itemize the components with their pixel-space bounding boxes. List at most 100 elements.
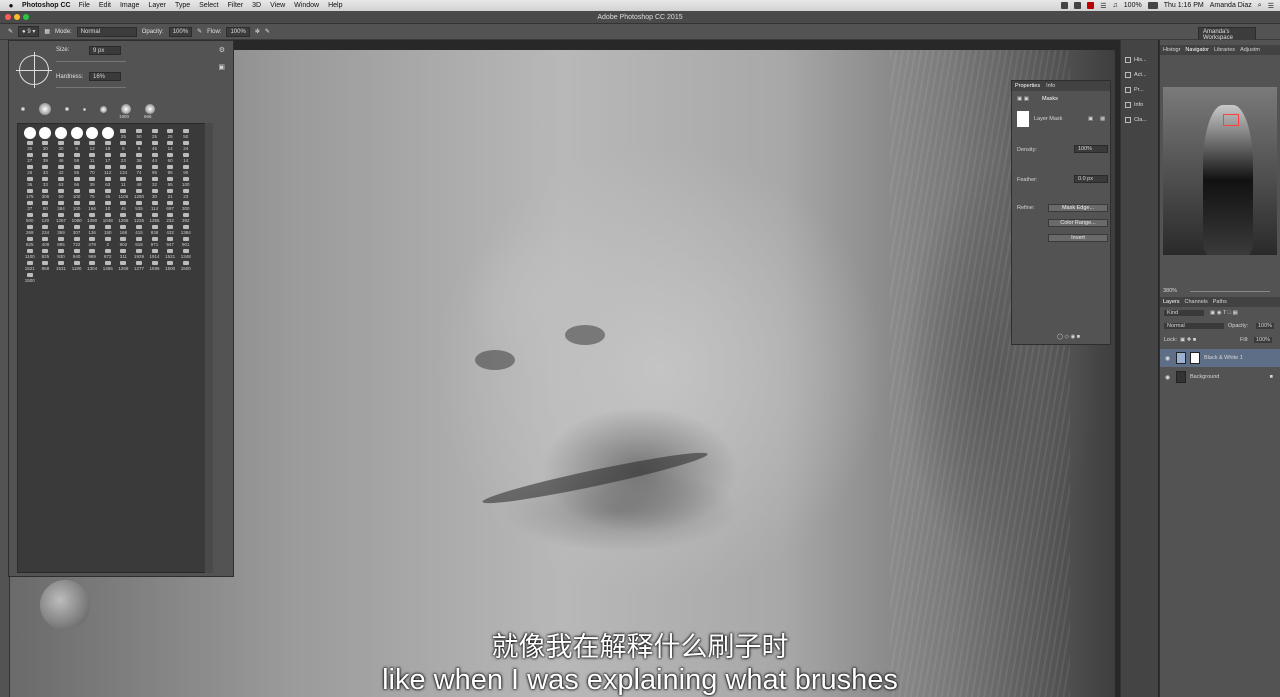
brush-preset[interactable]: 5 [116,139,132,151]
brush-preset[interactable]: 234 [38,223,54,235]
brush-preset[interactable]: 1265 [116,211,132,223]
brush-preset[interactable]: 9 [131,139,147,151]
brush-preset[interactable]: 23 [178,187,194,199]
menu-edit[interactable]: Edit [99,2,111,9]
layer-opacity-field[interactable]: 100% [1256,323,1275,329]
zoom-window-button[interactable] [23,14,29,20]
brush-preset[interactable]: 95 [162,163,178,175]
brush-preset[interactable]: 825 [38,247,54,259]
menu-select[interactable]: Select [199,2,218,9]
brush-preset[interactable]: 10 [100,199,116,211]
navigator-preview[interactable] [1163,87,1277,255]
brush-preset[interactable]: 55 [162,175,178,187]
brush-preset[interactable]: 44 [147,151,163,163]
brush-preset[interactable]: 269 [22,223,38,235]
recent-brush[interactable] [21,107,25,111]
recent-brush[interactable]: 1800 [119,104,131,119]
layer-mask-thumb[interactable] [1190,352,1200,364]
size-slider[interactable] [56,61,126,62]
brush-preset[interactable]: 1280 [131,187,147,199]
brush-preset[interactable]: 25 [147,127,163,139]
brush-preset[interactable]: 1348 [178,247,194,259]
brush-preset[interactable]: 915 [131,235,147,247]
brush-preset[interactable]: 100 [69,187,85,199]
brush-preset[interactable]: 1521 [162,247,178,259]
add-mask-icon[interactable]: ▣ [1088,116,1093,122]
brush-preset[interactable]: 26 [22,163,38,175]
pressure-size-icon[interactable]: ✎ [265,28,270,35]
brush-preset[interactable]: 409 [38,235,54,247]
pressure-opacity-icon[interactable]: ✎ [197,28,202,35]
brush-preset[interactable]: 311 [116,247,132,259]
hardness-slider[interactable] [56,87,126,88]
brush-preset[interactable]: 895 [53,235,69,247]
settings-gear-icon[interactable]: ⚙ [219,46,225,54]
brush-preset[interactable]: 166 [84,199,100,211]
brush-preset[interactable]: 90 [178,163,194,175]
tab-channels[interactable]: Channels [1185,299,1208,305]
brush-preset[interactable]: 59 [69,151,85,163]
brush-preset[interactable]: 75 [84,187,100,199]
brush-preset[interactable]: 27 [22,151,38,163]
brush-preset[interactable] [53,127,69,139]
brush-preset[interactable]: 100 [69,199,85,211]
tab-properties[interactable]: Properties [1015,83,1040,89]
brush-preset[interactable]: 175 [22,187,38,199]
brush-preset[interactable]: 697 [162,199,178,211]
brush-preset[interactable]: 63 [100,175,116,187]
brush-preset[interactable]: 114 [147,199,163,211]
brush-preset[interactable]: 60 [162,151,178,163]
brush-preset[interactable]: 415 [131,223,147,235]
brush-preset[interactable]: 902 [116,235,132,247]
brush-preset[interactable]: 535 [131,199,147,211]
apple-icon[interactable]: ● [0,1,22,10]
brush-preset[interactable]: 1106 [116,187,132,199]
brush-preset[interactable]: 45 [100,187,116,199]
tab-histogram[interactable]: Histogr [1163,47,1180,53]
brush-preset[interactable]: 30 [53,139,69,151]
brush-preset[interactable]: 36 [131,151,147,163]
brush-preset[interactable]: 940 [69,247,85,259]
brush-preset[interactable]: 1355 [147,211,163,223]
brush-preset[interactable]: 479 [84,235,100,247]
brush-preset[interactable]: 39 [84,175,100,187]
brush-preset[interactable]: 30 [22,139,38,151]
lock-icon[interactable]: ■ [1270,374,1273,380]
brush-preset[interactable]: 1929 [131,247,147,259]
brush-preset[interactable]: 872 [100,247,116,259]
brush-tool-icon[interactable]: ✎ [8,28,13,35]
brush-preset[interactable]: 80 [38,199,54,211]
brush-preset[interactable]: 825 [22,235,38,247]
brush-preset[interactable]: 300 [178,199,194,211]
brush-preset[interactable]: 70 [84,163,100,175]
brush-preset[interactable]: 930 [53,247,69,259]
brush-preset[interactable]: 168 [116,223,132,235]
menu-file[interactable]: File [79,2,90,9]
airbrush-icon[interactable]: ✻ [255,28,260,35]
brush-preset[interactable]: 1390 [84,211,100,223]
brush-preset[interactable]: 1226 [131,211,147,223]
brush-preset[interactable]: 392 [178,211,194,223]
menu-window[interactable]: Window [294,2,319,9]
menu-type[interactable]: Type [175,2,190,9]
recent-brush[interactable]: 666 [144,104,155,119]
brush-preset[interactable]: 46 [53,151,69,163]
brush-preset[interactable]: 25 [162,127,178,139]
brush-preset[interactable]: 25 [116,127,132,139]
brush-preset[interactable]: 24 [178,139,194,151]
brush-preset[interactable]: 1277 [131,259,147,271]
brush-preset-picker[interactable]: ● 9 ▾ [18,26,40,37]
layer-row[interactable]: ◉ Background ■ [1160,368,1280,386]
brush-preset[interactable]: 232 [162,211,178,223]
brush-preset[interactable]: 32 [147,175,163,187]
brush-preset[interactable]: 11 [116,175,132,187]
brush-preset[interactable]: 1384 [178,223,194,235]
brush-preset[interactable]: 39 [38,151,54,163]
spotlight-icon[interactable]: ⌕ [1258,2,1262,10]
menu-filter[interactable]: Filter [228,2,244,9]
brush-preset[interactable]: 33 [38,163,54,175]
flow-field[interactable]: 100% [226,26,250,37]
brush-preset[interactable]: 112 [100,163,116,175]
brush-preset[interactable]: 307 [69,223,85,235]
brush-preset[interactable]: 432 [162,223,178,235]
